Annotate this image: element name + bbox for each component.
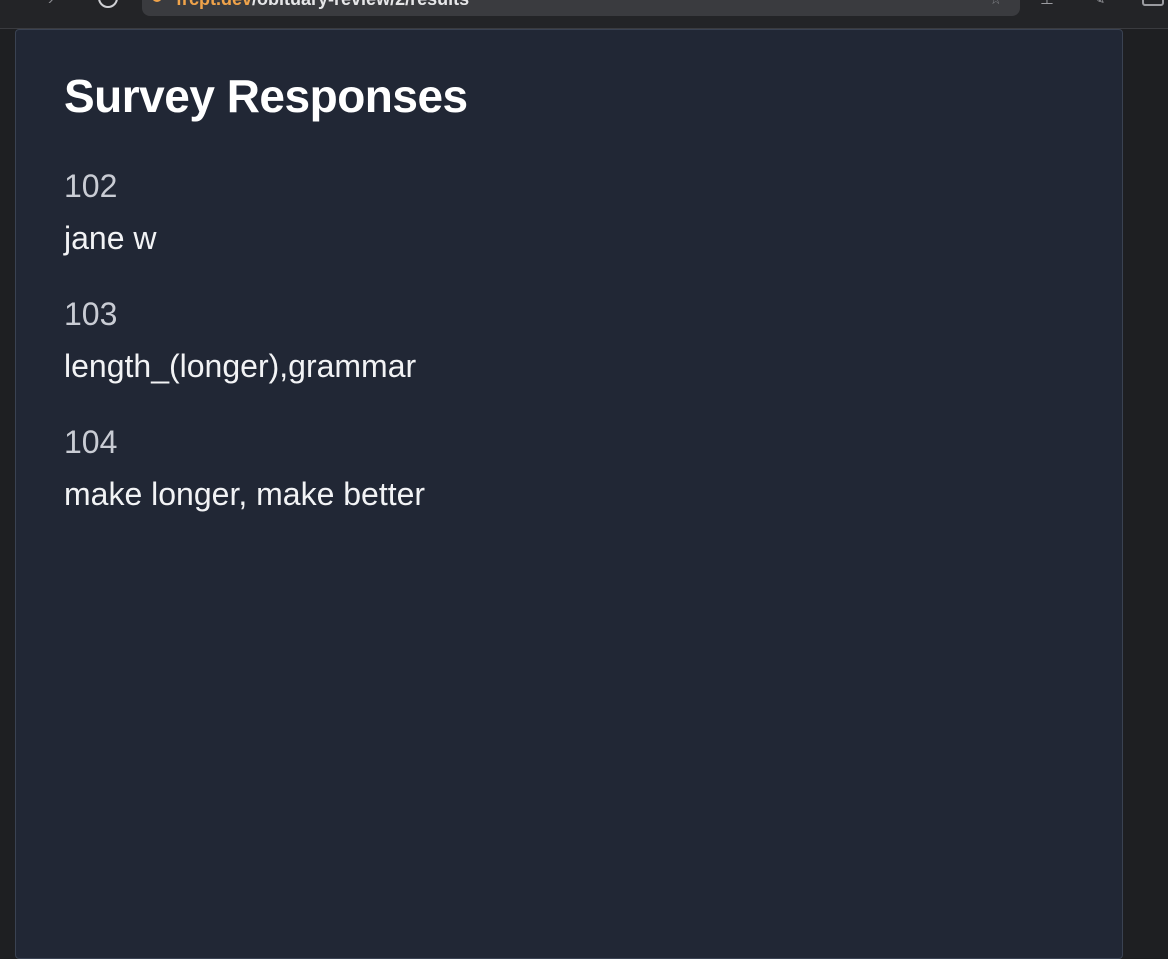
url-path: /obituary-review/2/results	[252, 0, 469, 9]
page-title: Survey Responses	[64, 70, 468, 122]
response-id: 103	[64, 296, 118, 332]
response-text: length_(longer),grammar	[64, 348, 417, 384]
survey-results-panel: Survey Responses 102 jane w 103 length_(…	[15, 29, 1123, 959]
responses-list: 102 jane w 103 length_(longer),grammar 1…	[64, 166, 1064, 550]
pen-icon[interactable]: ✎	[1092, 0, 1105, 10]
response-id: 102	[64, 168, 118, 204]
response-text: make longer, make better	[64, 476, 426, 512]
lock-icon	[152, 0, 162, 2]
response-id: 104	[64, 424, 118, 460]
response-item: 104 make longer, make better	[64, 422, 1064, 550]
response-item: 103 length_(longer),grammar	[64, 294, 1064, 422]
star-icon[interactable]: ☆	[989, 0, 1002, 10]
window-icon[interactable]	[1142, 0, 1164, 6]
reload-icon[interactable]	[98, 0, 118, 8]
response-item: 102 jane w	[64, 166, 1064, 294]
forward-icon[interactable]: ›	[48, 0, 53, 10]
extension-icon[interactable]: ⊥	[1040, 0, 1054, 10]
response-text: jane w	[64, 220, 157, 256]
address-bar[interactable]: frcpt.dev/obituary-review/2/results ☆	[142, 0, 1020, 16]
url-host: frcpt.dev	[176, 0, 252, 9]
browser-toolbar: › frcpt.dev/obituary-review/2/results ☆ …	[0, 0, 1168, 29]
